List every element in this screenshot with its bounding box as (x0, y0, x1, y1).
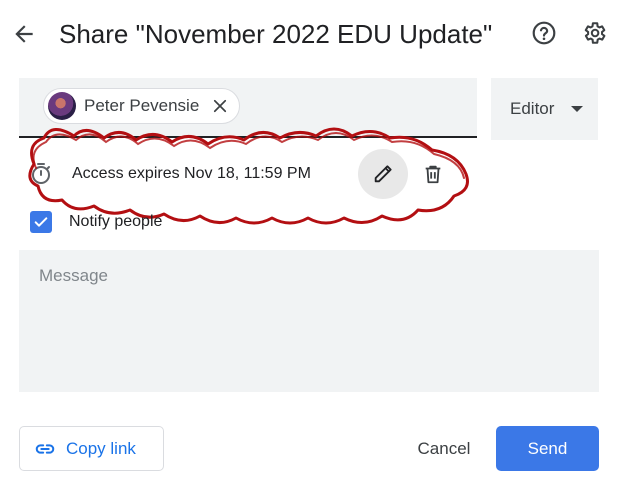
role-label: Editor (510, 99, 555, 118)
pencil-icon (374, 165, 392, 183)
recipient-name: Peter Pevensie (84, 96, 200, 115)
back-button[interactable] (6, 16, 42, 52)
settings-button[interactable] (577, 16, 611, 50)
recipient-chip[interactable]: Peter Pevensie (43, 88, 241, 124)
help-icon (532, 21, 556, 45)
access-expiry-row: Access expires Nov 18, 11:59 PM (19, 146, 479, 202)
remove-expiry-button[interactable] (419, 160, 447, 188)
message-field[interactable] (19, 250, 599, 392)
link-icon (35, 443, 55, 454)
edit-expiry-button[interactable] (358, 149, 408, 199)
dialog-title: Share "November 2022 EDU Update" (59, 19, 493, 49)
send-button[interactable]: Send (496, 426, 599, 471)
dropdown-arrow-icon (571, 106, 584, 112)
notify-checkbox[interactable] (30, 211, 52, 233)
trash-icon (425, 165, 441, 184)
cancel-button[interactable]: Cancel (404, 426, 484, 471)
copy-link-button[interactable]: Copy link (19, 426, 164, 471)
access-expiry-text: Access expires Nov 18, 11:59 PM (72, 165, 311, 182)
notify-people-row[interactable]: Notify people (30, 210, 162, 234)
help-button[interactable] (527, 16, 561, 50)
add-people-field[interactable]: Peter Pevensie (19, 78, 477, 138)
notify-label: Notify people (69, 213, 163, 230)
settings-icon (584, 22, 606, 44)
copy-link-label: Copy link (66, 438, 136, 458)
close-icon[interactable] (211, 97, 229, 115)
role-dropdown[interactable]: Editor (491, 78, 598, 140)
check-icon (34, 217, 48, 227)
timer-icon (32, 163, 50, 184)
back-arrow-icon (15, 25, 33, 43)
avatar (48, 92, 76, 120)
